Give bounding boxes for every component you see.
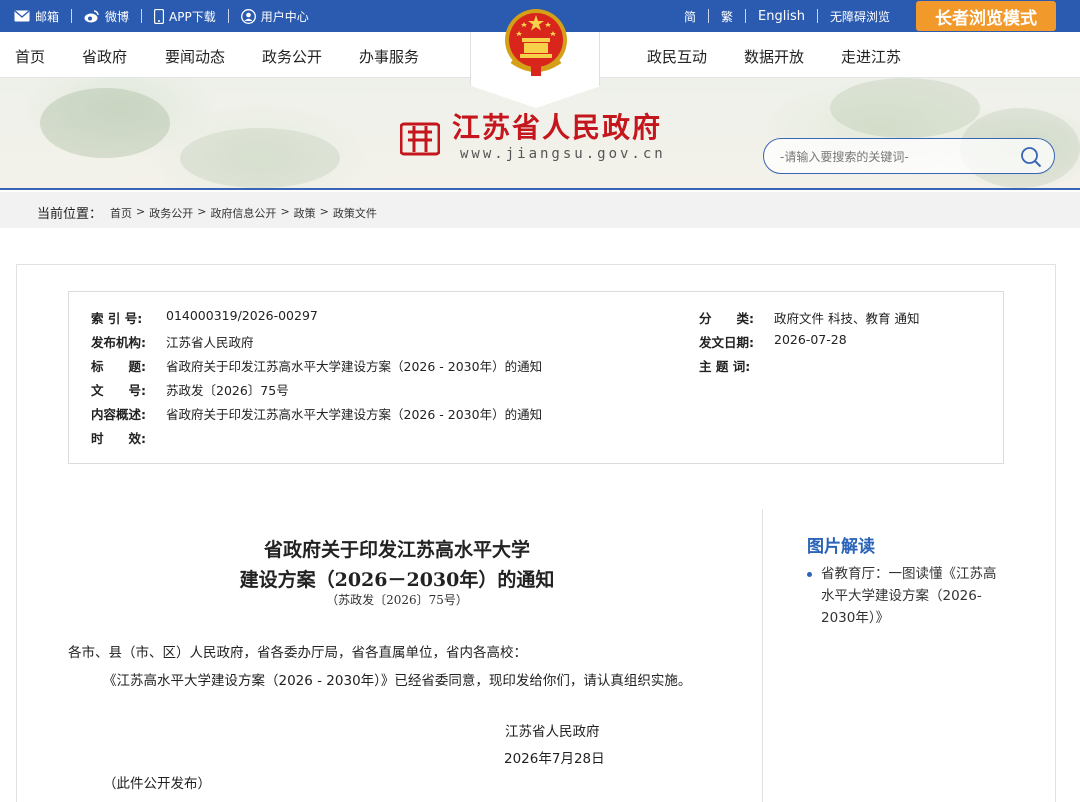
meta-docno: 文 号: 苏政发〔2026〕75号 bbox=[91, 380, 289, 399]
document-title-line1: 省政府关于印发江苏高水平大学 bbox=[263, 539, 530, 561]
accessible-link[interactable]: 无障碍浏览 bbox=[830, 8, 890, 25]
meta-category: 分 类: 政府文件 科技、教育 通知 bbox=[699, 308, 919, 327]
app-download-link[interactable]: APP下载 bbox=[154, 8, 216, 25]
user-icon bbox=[240, 8, 256, 24]
top-links-left: 邮箱 微博 APP下载 用户中心 bbox=[14, 0, 309, 32]
divider bbox=[816, 9, 818, 23]
simplified-link[interactable]: 简 bbox=[684, 8, 696, 25]
top-links-right: 简 繁 English 无障碍浏览 bbox=[684, 0, 890, 32]
decor-flower bbox=[180, 128, 340, 188]
weibo-label: 微博 bbox=[105, 9, 130, 24]
search-box bbox=[763, 138, 1055, 174]
document-title: 省政府关于印发江苏高水平大学 建设方案（2026－2030年）的通知 bbox=[197, 535, 597, 595]
user-label: 用户中心 bbox=[260, 9, 309, 24]
nav-home[interactable]: 首页 bbox=[15, 46, 45, 67]
document-note: （此件公开发布） bbox=[103, 776, 211, 792]
meta-org-value: 江苏省人民政府 bbox=[166, 335, 254, 350]
document-body: 《江苏高水平大学建设方案（2026 - 2030年）》已经省委同意，现印发给你们… bbox=[103, 673, 692, 689]
breadcrumb-policy[interactable]: 政策 bbox=[294, 205, 316, 221]
meta-keywords-label: 主 题 词: bbox=[699, 359, 751, 374]
divider bbox=[71, 9, 73, 23]
breadcrumb-info-disclosure[interactable]: 政府信息公开 bbox=[210, 205, 276, 221]
mail-icon bbox=[14, 10, 30, 22]
search-input[interactable] bbox=[780, 147, 1020, 167]
weibo-link[interactable]: 微博 bbox=[84, 8, 129, 25]
nav-about-jiangsu[interactable]: 走进江苏 bbox=[841, 46, 901, 67]
meta-index-label: 索 引 号: bbox=[91, 311, 143, 326]
breadcrumb-gov-affairs[interactable]: 政务公开 bbox=[149, 205, 193, 221]
breadcrumb-separator: > bbox=[197, 205, 207, 218]
meta-org: 发布机构: 江苏省人民政府 bbox=[91, 332, 254, 351]
document-signer: 江苏省人民政府 bbox=[505, 724, 600, 740]
meta-index: 索 引 号: 014000319/2026-00297 bbox=[91, 308, 318, 327]
sidebar-item[interactable]: 省教育厅：一图读懂《江苏高水平大学建设方案（2026-2030年）》 bbox=[807, 563, 997, 629]
nav-services[interactable]: 办事服务 bbox=[359, 46, 419, 67]
breadcrumb-trail: 首页 > 政务公开 > 政府信息公开 > 政策 > 政策文件 bbox=[110, 205, 377, 221]
mail-link[interactable]: 邮箱 bbox=[14, 8, 59, 25]
decor-flower bbox=[830, 78, 980, 138]
traditional-link[interactable]: 繁 bbox=[721, 8, 733, 25]
elder-mode-button[interactable]: 长者浏览模式 bbox=[916, 1, 1056, 31]
divider bbox=[708, 9, 710, 23]
breadcrumb-policy-docs[interactable]: 政策文件 bbox=[333, 205, 377, 221]
meta-summary: 内容概述: 省政府关于印发江苏高水平大学建设方案（2026 - 2030年）的通… bbox=[91, 404, 542, 423]
sidebar-title: 图片解读 bbox=[807, 537, 875, 557]
breadcrumb-label: 当前位置： bbox=[37, 207, 103, 222]
breadcrumb-separator: > bbox=[319, 205, 329, 218]
sidebar-item-label: 省教育厅：一图读懂《江苏高水平大学建设方案（2026-2030年）》 bbox=[821, 566, 997, 626]
nav-open-data[interactable]: 数据开放 bbox=[744, 46, 804, 67]
metadata-table: 索 引 号: 014000319/2026-00297 发布机构: 江苏省人民政… bbox=[68, 291, 1004, 464]
meta-title-value: 省政府关于印发江苏高水平大学建设方案（2026 - 2030年）的通知 bbox=[166, 359, 543, 374]
meta-date: 发文日期: 2026-07-28 bbox=[699, 332, 847, 351]
nav-province-gov[interactable]: 省政府 bbox=[82, 46, 127, 67]
meta-docno-label: 文 号: bbox=[91, 383, 146, 398]
site-url: www.jiangsu.gov.cn bbox=[460, 146, 666, 162]
meta-docno-value: 苏政发〔2026〕75号 bbox=[166, 383, 289, 398]
meta-date-label: 发文日期: bbox=[699, 335, 754, 350]
user-center-link[interactable]: 用户中心 bbox=[240, 8, 309, 25]
site-title: 江苏省人民政府 bbox=[452, 111, 663, 144]
breadcrumb-home[interactable]: 首页 bbox=[110, 205, 132, 221]
mail-label: 邮箱 bbox=[35, 9, 60, 24]
breadcrumb: 当前位置： 首页 > 政务公开 > 政府信息公开 > 政策 > 政策文件 bbox=[0, 192, 1080, 228]
bullet-icon bbox=[807, 572, 812, 577]
app-label: APP下载 bbox=[169, 9, 216, 24]
meta-validity: 时 效: bbox=[91, 428, 166, 447]
meta-category-label: 分 类: bbox=[699, 311, 754, 326]
nav-gov-affairs[interactable]: 政务公开 bbox=[262, 46, 322, 67]
divider bbox=[227, 9, 229, 23]
document-sign-date: 2026年7月28日 bbox=[504, 751, 605, 767]
document-number: （苏政发〔2026〕75号） bbox=[326, 593, 468, 607]
divider bbox=[745, 9, 747, 23]
jiangsu-logo-icon bbox=[400, 122, 440, 156]
nav-news[interactable]: 要闻动态 bbox=[165, 46, 225, 67]
search-icon[interactable] bbox=[1020, 146, 1042, 168]
meta-title-label: 标 题: bbox=[91, 359, 146, 374]
nav-interaction[interactable]: 政民互动 bbox=[647, 46, 707, 67]
meta-validity-label: 时 效: bbox=[91, 431, 146, 446]
meta-summary-label: 内容概述: bbox=[91, 407, 146, 422]
meta-index-value: 014000319/2026-00297 bbox=[166, 308, 318, 323]
meta-summary-value: 省政府关于印发江苏高水平大学建设方案（2026 - 2030年）的通知 bbox=[166, 407, 543, 422]
english-link[interactable]: English bbox=[758, 9, 805, 24]
divider bbox=[141, 9, 143, 23]
document-addressee: 各市、县（市、区）人民政府，省各委办厅局，省各直属单位，省内各高校： bbox=[68, 645, 527, 661]
phone-icon bbox=[154, 8, 165, 24]
meta-date-value: 2026-07-28 bbox=[774, 332, 847, 347]
meta-category-value: 政府文件 科技、教育 通知 bbox=[774, 311, 920, 326]
breadcrumb-separator: > bbox=[280, 205, 290, 218]
meta-title: 标 题: 省政府关于印发江苏高水平大学建设方案（2026 - 2030年）的通知 bbox=[91, 356, 542, 375]
national-emblem-icon bbox=[505, 9, 567, 76]
breadcrumb-separator: > bbox=[136, 205, 146, 218]
sidebar-divider bbox=[762, 509, 763, 802]
content-card: 索 引 号: 014000319/2026-00297 发布机构: 江苏省人民政… bbox=[16, 264, 1056, 802]
weibo-icon bbox=[84, 10, 99, 23]
meta-org-label: 发布机构: bbox=[91, 335, 146, 350]
decor-flower bbox=[40, 88, 170, 158]
meta-keywords: 主 题 词: bbox=[699, 356, 774, 375]
